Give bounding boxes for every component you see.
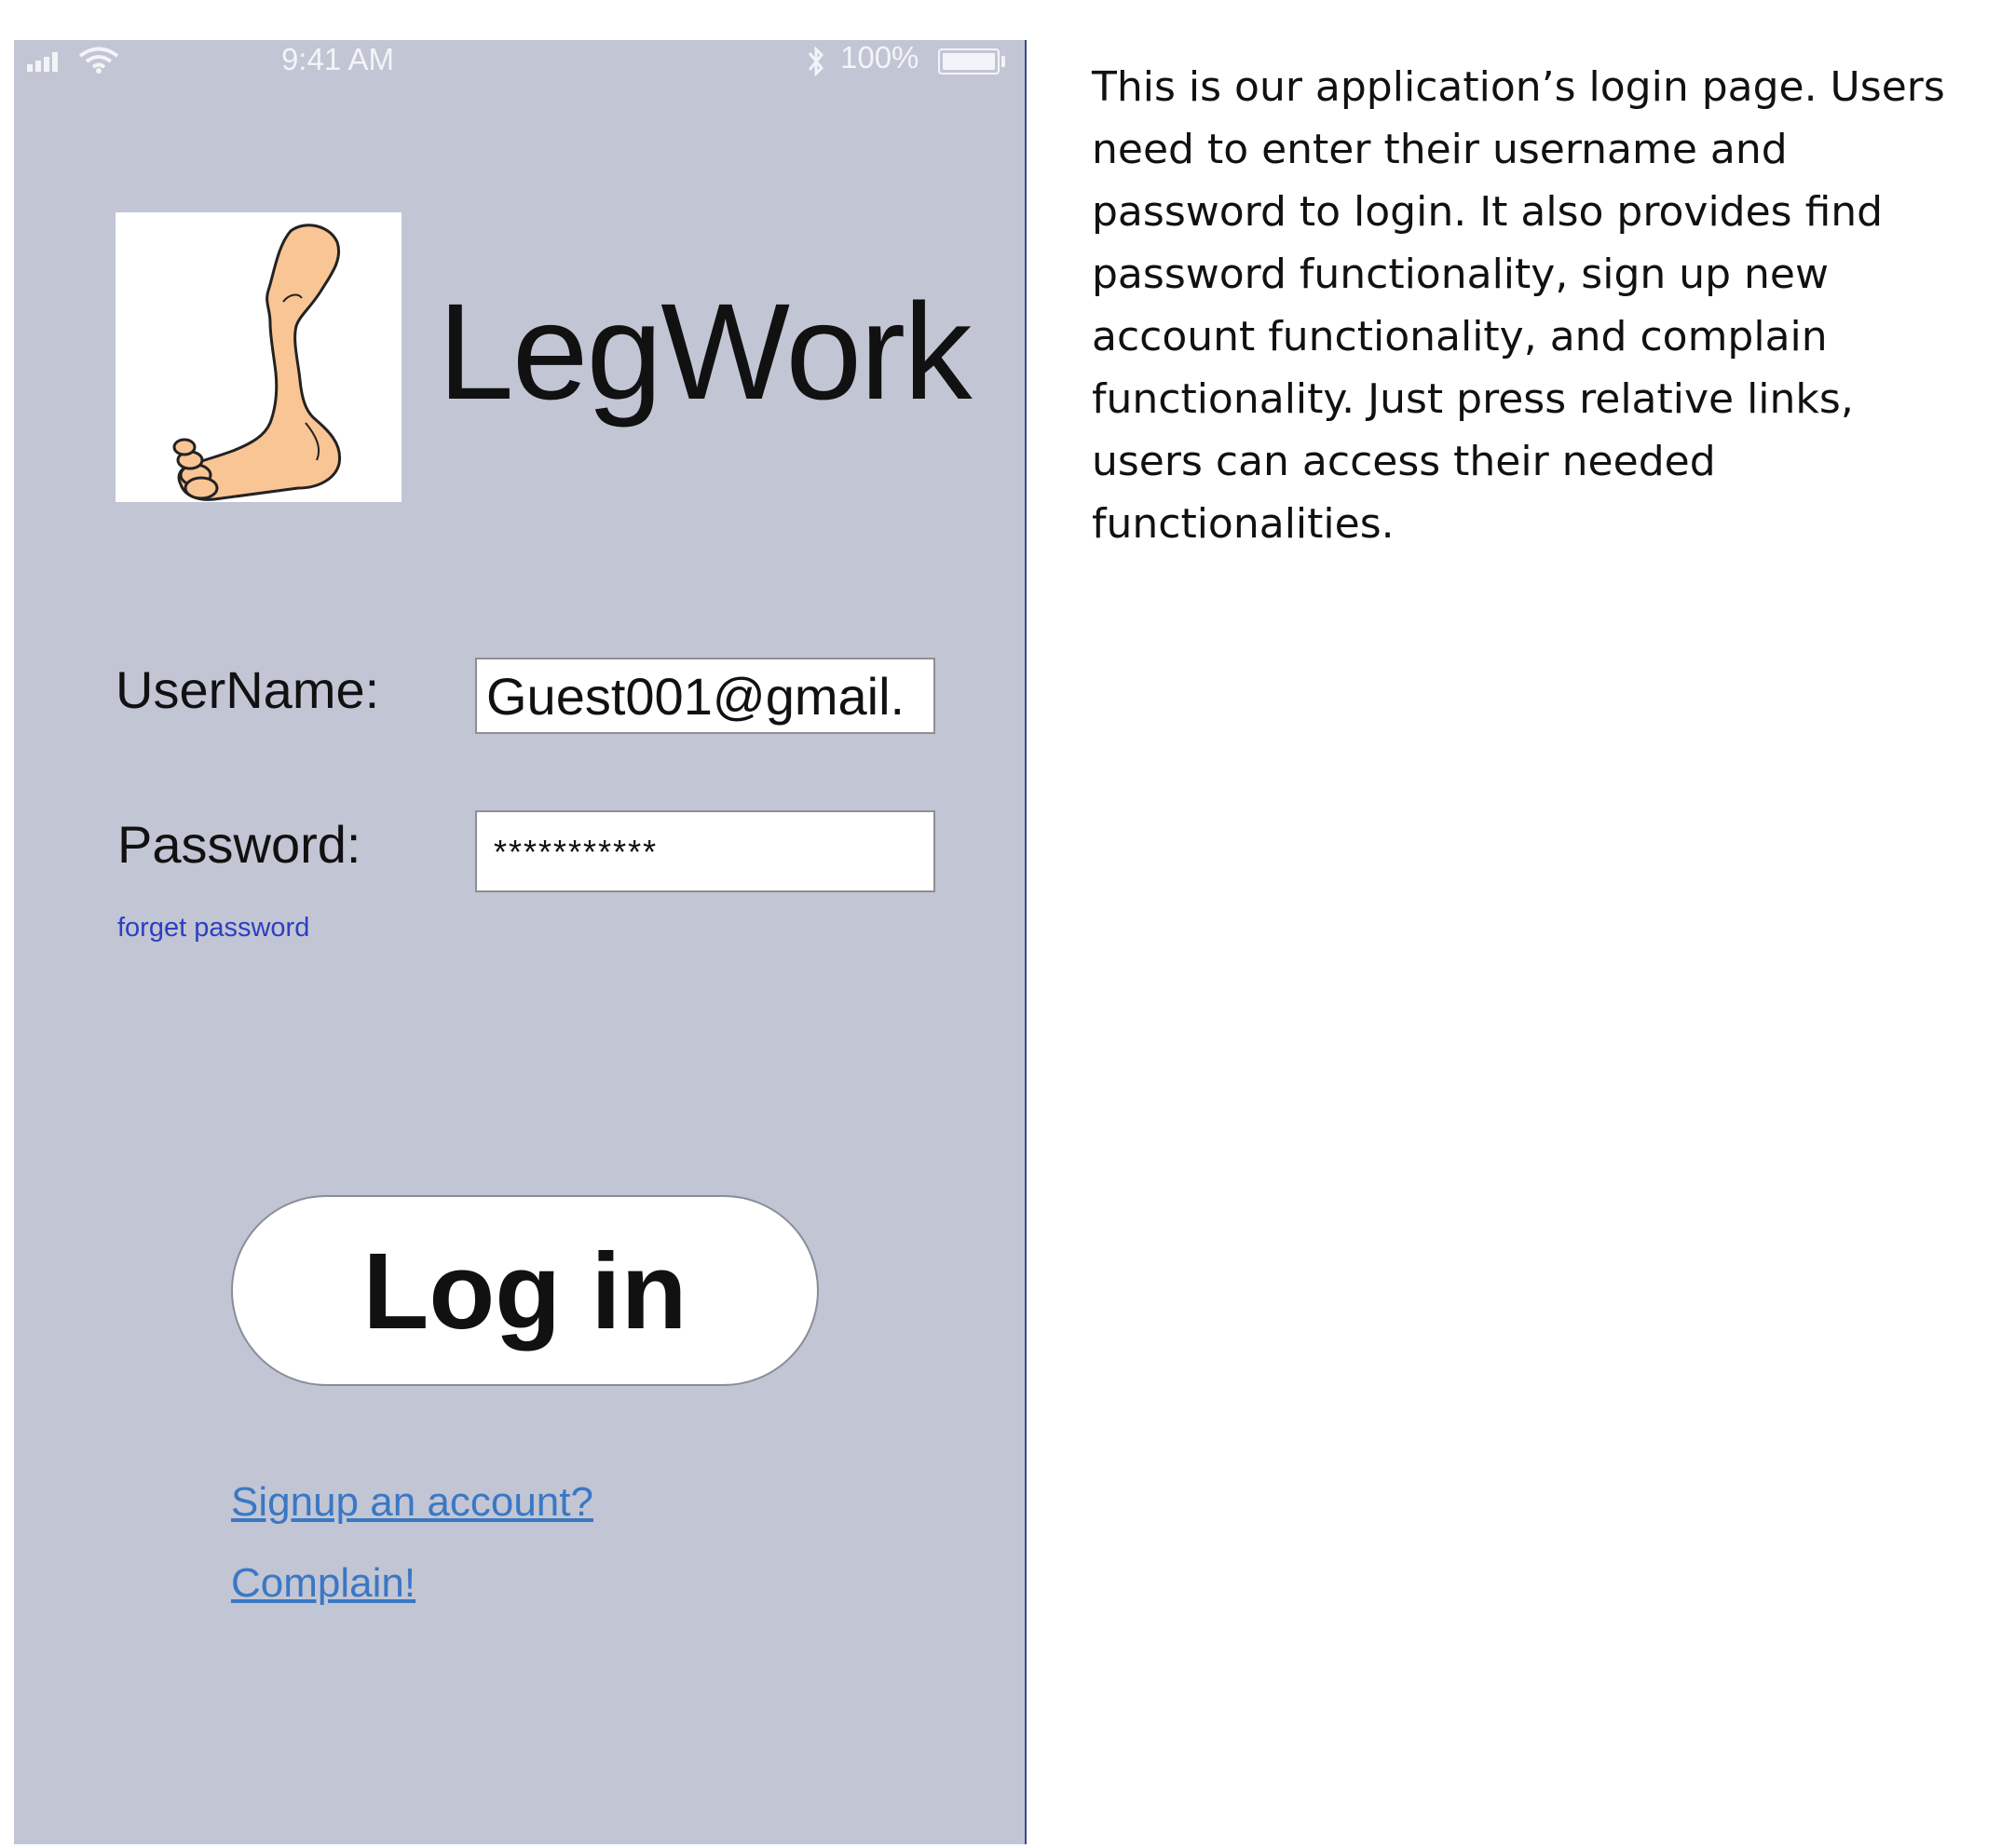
- battery-icon: [938, 48, 1000, 75]
- password-label: Password:: [117, 815, 361, 874]
- complain-link[interactable]: Complain!: [231, 1560, 415, 1607]
- status-time: 9:41 AM: [280, 42, 395, 76]
- battery-percent: 100%: [840, 40, 919, 75]
- login-button[interactable]: Log in: [231, 1195, 819, 1386]
- username-label: UserName:: [116, 660, 380, 719]
- password-field[interactable]: ***********: [475, 810, 935, 892]
- username-field[interactable]: Guest001@gmail.: [475, 658, 935, 734]
- phone-screen: 9:41 AM 100% LegWork UserName: Guest001@…: [14, 40, 1027, 1844]
- bluetooth-icon: [808, 46, 824, 77]
- foot-leg-icon: [172, 224, 342, 501]
- app-title: LegWork: [438, 276, 973, 428]
- battery-tip: [1001, 56, 1005, 67]
- battery-level: [943, 53, 995, 70]
- page-description: This is our application’s login page. Us…: [1092, 63, 1945, 548]
- signup-link[interactable]: Signup an account?: [231, 1479, 593, 1526]
- forget-password-link[interactable]: forget password: [117, 913, 309, 944]
- app-logo: [116, 212, 402, 502]
- status-bar: 9:41 AM 100%: [14, 40, 1025, 81]
